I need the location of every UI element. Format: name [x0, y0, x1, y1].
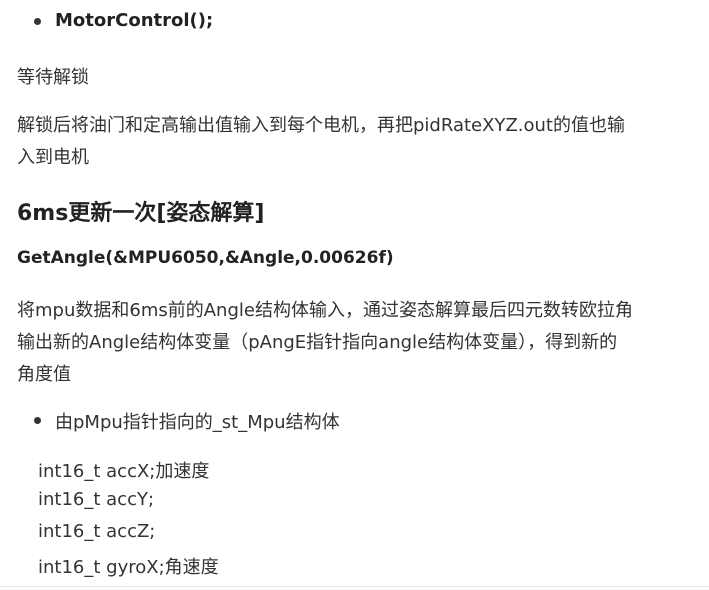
- paragraph-mpu-line3: 角度值: [17, 364, 71, 385]
- code-line: int16_t accZ;: [38, 521, 156, 542]
- bullet-item-st-mpu: 由pMpu指针指向的_st_Mpu结构体: [55, 412, 340, 433]
- paragraph-mpu-line2: 输出新的Angle结构体变量（pAngE指针指向angle结构体变量），得到新的: [17, 332, 618, 353]
- bullet-dot: [34, 18, 41, 25]
- paragraph-mpu-line1: 将mpu数据和6ms前的Angle结构体输入，通过姿态解算最后四元数转欧拉角: [17, 300, 633, 321]
- divider: [0, 586, 709, 587]
- code-line: int16_t accY;: [38, 489, 155, 510]
- bullet-dot: [34, 417, 41, 424]
- paragraph-unlock-line1: 解锁后将油门和定高输出值输入到每个电机，再把pidRateXYZ.out的值也输: [17, 115, 625, 136]
- code-line: int16_t gyroX;角速度: [38, 557, 219, 578]
- code-line: int16_t accX;加速度: [38, 461, 210, 482]
- subheading-getangle: GetAngle(&MPU6050,&Angle,0.00626f): [17, 248, 394, 268]
- section-heading-attitude: 6ms更新一次[姿态解算]: [17, 201, 265, 226]
- document-page: MotorControl(); 等待解锁 解锁后将油门和定高输出值输入到每个电机…: [0, 0, 709, 590]
- paragraph-wait-unlock: 等待解锁: [17, 67, 89, 88]
- paragraph-unlock-line2: 入到电机: [17, 147, 89, 168]
- bullet-item-motor-control: MotorControl();: [55, 10, 214, 31]
